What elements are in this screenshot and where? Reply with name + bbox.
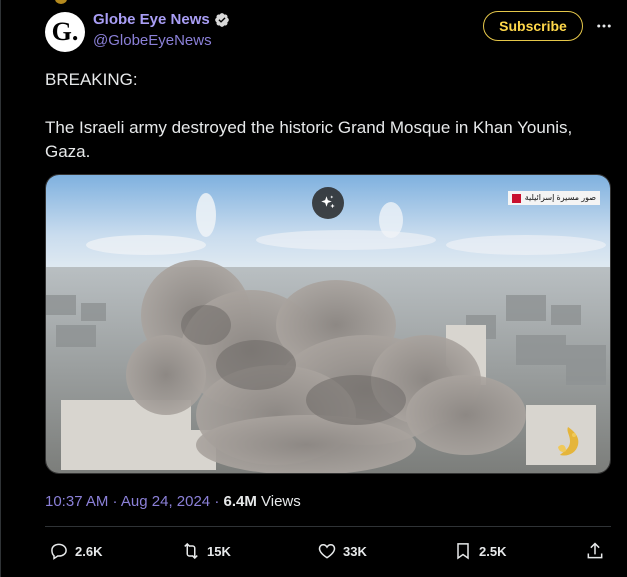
heart-icon [318, 543, 336, 559]
source-tag: صور مسيرة إسرائيلية [507, 191, 600, 205]
meta-separator: · [108, 493, 121, 510]
bookmark-icon [457, 543, 469, 560]
tweet-media[interactable]: صور مسيرة إسرائيلية [45, 174, 611, 474]
sparkle-icon[interactable] [312, 187, 344, 219]
tweet-card: G. Globe Eye News @GlobeEyeNews Subscrib… [0, 0, 627, 577]
channel-logo-icon [511, 193, 521, 203]
tweet-text: BREAKING: The Israeli army destroyed the… [45, 68, 605, 164]
reply-icon [51, 543, 67, 560]
bookmark-button[interactable]: 2.5K [453, 538, 506, 564]
tweet-date[interactable]: Aug 24, 2024 [121, 493, 210, 510]
thread-connector [55, 0, 67, 4]
views-label: Views [256, 493, 301, 510]
meta-separator: · [210, 493, 224, 510]
reply-count: 2.6K [75, 543, 103, 559]
avatar[interactable]: G. [45, 12, 85, 52]
tweet-header: G. Globe Eye News @GlobeEyeNews Subscrib… [45, 10, 617, 52]
like-count: 33K [343, 543, 367, 559]
action-bar: 2.6K 15K 33K 2.5K [49, 538, 605, 564]
repost-icon [184, 542, 198, 560]
views-count: 6.4M [223, 493, 257, 510]
reply-button[interactable]: 2.6K [49, 538, 102, 564]
repost-button[interactable]: 15K [181, 538, 231, 564]
verified-badge-icon [214, 13, 229, 27]
al-jazeera-logo [558, 427, 579, 456]
more-horizontal-icon[interactable] [591, 14, 617, 38]
tweet-meta: 10:37 AM · Aug 24, 2024 · 6.4M Views [45, 492, 301, 512]
tweet-text-line-1: BREAKING: [45, 70, 138, 89]
repost-count: 15K [207, 543, 231, 559]
author-display-name[interactable]: Globe Eye News [93, 10, 210, 30]
author-handle[interactable]: @GlobeEyeNews [93, 31, 230, 51]
author-block: Globe Eye News @GlobeEyeNews [93, 10, 230, 51]
tweet-text-line-2: The Israeli army destroyed the historic … [45, 118, 573, 161]
bookmark-count: 2.5K [479, 543, 507, 559]
tweet-time[interactable]: 10:37 AM [45, 493, 108, 510]
author-name-row[interactable]: Globe Eye News [93, 10, 230, 30]
divider [45, 526, 611, 527]
source-tag-text: صور مسيرة إسرائيلية [524, 193, 596, 202]
media-image[interactable] [46, 175, 611, 474]
share-button[interactable] [585, 538, 605, 564]
share-icon [587, 542, 603, 559]
like-button[interactable]: 33K [317, 538, 367, 564]
subscribe-button[interactable]: Subscribe [483, 11, 583, 41]
